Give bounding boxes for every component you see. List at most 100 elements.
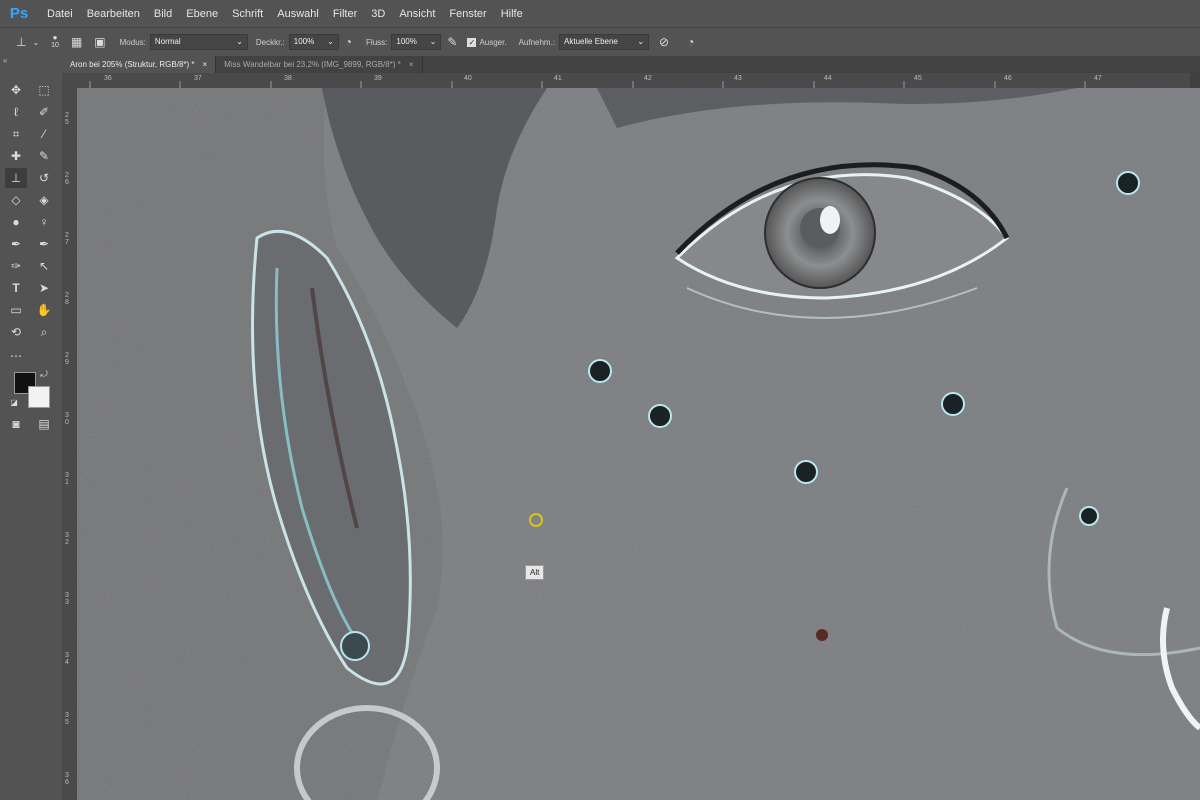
options-bar: ⊥ ⌄ ● 10 ▦ ▣ Modus: Normal ⌄ Deckkr.: 10… — [0, 27, 1200, 57]
history-brush-icon[interactable]: ↺ — [33, 168, 55, 188]
alt-tooltip: Alt — [525, 565, 545, 580]
photoshop-logo: Ps — [9, 5, 29, 22]
menu-bild[interactable]: Bild — [147, 8, 179, 20]
menu-bearbeiten[interactable]: Bearbeiten — [80, 8, 147, 20]
modus-value: Normal — [154, 37, 181, 46]
deckkr-value: 100% — [293, 37, 315, 46]
pressure-opacity-icon[interactable]: ◔ — [345, 35, 352, 49]
lasso-icon[interactable]: ℓ — [5, 102, 27, 122]
ruler-label: 3 5 — [65, 712, 69, 726]
menu-ebene[interactable]: Ebene — [179, 8, 225, 20]
brush-size-value: 10 — [51, 42, 59, 49]
ruler-label: 2 7 — [65, 232, 69, 246]
type-icon[interactable]: T — [5, 278, 27, 298]
pen-icon[interactable]: ✒ — [5, 234, 27, 254]
document-canvas[interactable] — [77, 88, 1200, 800]
tab-aron[interactable]: Aron bei 205% (Struktur, RGB/8*) * × — [62, 56, 217, 73]
chevron-down-icon: ⌄ — [637, 37, 645, 46]
horizontal-ruler[interactable]: 36 37 38 39 40 41 42 43 44 45 46 47 — [62, 73, 1200, 89]
freeform-pen-icon[interactable]: ✒ — [33, 234, 55, 254]
ausger-label: Ausger. — [479, 37, 507, 47]
screen-mode-icon[interactable]: ▤ — [33, 414, 55, 434]
marquee-icon[interactable]: ⬚ — [33, 80, 55, 100]
close-icon[interactable]: × — [203, 60, 208, 69]
rectangle-icon[interactable]: ▭ — [5, 300, 27, 320]
eye-reflection — [820, 206, 840, 234]
blur-icon[interactable]: ● — [5, 212, 27, 232]
fluss-value: 100% — [396, 37, 417, 46]
brush-dot-icon: ● — [52, 33, 58, 42]
ruler-label: 2 6 — [65, 172, 69, 186]
deckkr-label: Deckkr.: — [255, 37, 285, 47]
ruler-label: 3 0 — [65, 412, 69, 426]
path-select-icon[interactable]: ➤ — [33, 278, 55, 298]
pressure-size-icon[interactable]: ◔ — [687, 35, 694, 49]
ruler-label: 2 9 — [65, 352, 69, 366]
move-icon[interactable]: ✥ — [5, 80, 27, 100]
ruler-label: 3 6 — [65, 772, 69, 786]
default-colors-icon[interactable]: ◪ — [8, 396, 20, 408]
brush-size-picker[interactable]: ● 10 — [51, 34, 59, 50]
menu-datei[interactable]: Datei — [40, 8, 80, 20]
eyedropper-icon[interactable]: ⁄ — [33, 124, 55, 144]
ruler-label: 40 — [464, 75, 472, 82]
airbrush-icon[interactable]: ✎ — [447, 35, 457, 49]
scrollbar-corner[interactable] — [1190, 73, 1200, 88]
quick-mask-icon[interactable]: ◙ — [5, 414, 27, 434]
swap-colors-icon[interactable]: ⤾ — [38, 368, 50, 380]
chevron-down-icon: ⌄ — [429, 37, 437, 46]
eraser-icon[interactable]: ◇ — [5, 190, 27, 210]
tools-panel: « ✥ ⬚ ℓ ✐ ⌗ ⁄ ✚ ✎ ⊥ ↺ ◇ ◈ ● ♀ ✒ ✒ ✑ ↖ T … — [0, 56, 63, 800]
fluss-input[interactable]: 100% ⌄ — [391, 34, 442, 50]
aufnehm-label: Aufnehm.: — [518, 37, 556, 47]
chevron-down-icon[interactable]: ⌄ — [32, 38, 39, 47]
tab-miss-wandelbar[interactable]: Miss Wandelbar bei 23,2% (IMG_9899, RGB/… — [216, 56, 423, 73]
chevron-down-icon: ⌄ — [327, 37, 334, 46]
quick-select-icon[interactable]: ✐ — [33, 102, 55, 122]
ausger-checkbox[interactable]: ✓ — [467, 37, 477, 47]
curvature-pen-icon[interactable]: ✑ — [5, 256, 27, 276]
horizontal-ruler-ticks — [89, 81, 1086, 88]
ruler-label: 45 — [914, 75, 922, 82]
clone-source-icon[interactable]: ▣ — [94, 35, 105, 49]
menu-ansicht[interactable]: Ansicht — [392, 8, 442, 20]
more-tools-icon[interactable]: ⋯ — [5, 346, 27, 366]
modus-select[interactable]: Normal ⌄ — [149, 34, 248, 50]
ruler-label: 41 — [554, 75, 562, 82]
ruler-label: 46 — [1004, 75, 1012, 82]
healing-icon[interactable]: ✚ — [5, 146, 27, 166]
menu-fenster[interactable]: Fenster — [442, 8, 493, 20]
clone-stamp-icon[interactable]: ⊥ — [5, 168, 27, 188]
vertical-ruler[interactable]: 2 5 2 6 2 7 2 8 2 9 3 0 3 1 3 2 3 3 3 4 … — [62, 88, 78, 800]
ruler-label: 43 — [734, 75, 742, 82]
fluss-label: Fluss: — [366, 37, 388, 47]
aufnehm-value: Aktuelle Ebene — [564, 37, 618, 46]
crop-icon[interactable]: ⌗ — [5, 124, 27, 144]
ruler-label: 3 3 — [65, 592, 69, 606]
ruler-label: 44 — [824, 75, 832, 82]
dodge-icon[interactable]: ♀ — [33, 212, 55, 232]
hand-icon[interactable]: ✋ — [33, 300, 55, 320]
collapse-icon[interactable]: « — [3, 56, 7, 65]
clone-stamp-preset-icon[interactable]: ⊥ — [16, 35, 26, 49]
rotate-view-icon[interactable]: ⟲ — [5, 322, 27, 342]
tab-miss-wandelbar-label: Miss Wandelbar bei 23,2% (IMG_9899, RGB/… — [224, 60, 401, 69]
background-color-swatch[interactable] — [28, 386, 50, 408]
paint-bucket-icon[interactable]: ◈ — [33, 190, 55, 210]
ruler-label: 3 1 — [65, 472, 69, 486]
deckkr-input[interactable]: 100% ⌄ — [288, 34, 339, 50]
brush-icon[interactable]: ✎ — [33, 146, 55, 166]
ruler-label: 36 — [104, 75, 112, 82]
menu-schrift[interactable]: Schrift — [225, 8, 270, 20]
ignore-adjustment-icon[interactable]: ⊘ — [659, 35, 669, 49]
menu-3d[interactable]: 3D — [364, 8, 392, 20]
zoom-icon[interactable]: ⌕ — [33, 322, 55, 342]
texture — [77, 88, 1200, 800]
menu-hilfe[interactable]: Hilfe — [494, 8, 530, 20]
menu-auswahl[interactable]: Auswahl — [270, 8, 326, 20]
brush-panel-icon[interactable]: ▦ — [71, 35, 82, 49]
menu-filter[interactable]: Filter — [326, 8, 364, 20]
aufnehm-select[interactable]: Aktuelle Ebene ⌄ — [559, 34, 650, 50]
direct-select-icon[interactable]: ↖ — [33, 256, 55, 276]
close-icon[interactable]: × — [409, 60, 414, 69]
